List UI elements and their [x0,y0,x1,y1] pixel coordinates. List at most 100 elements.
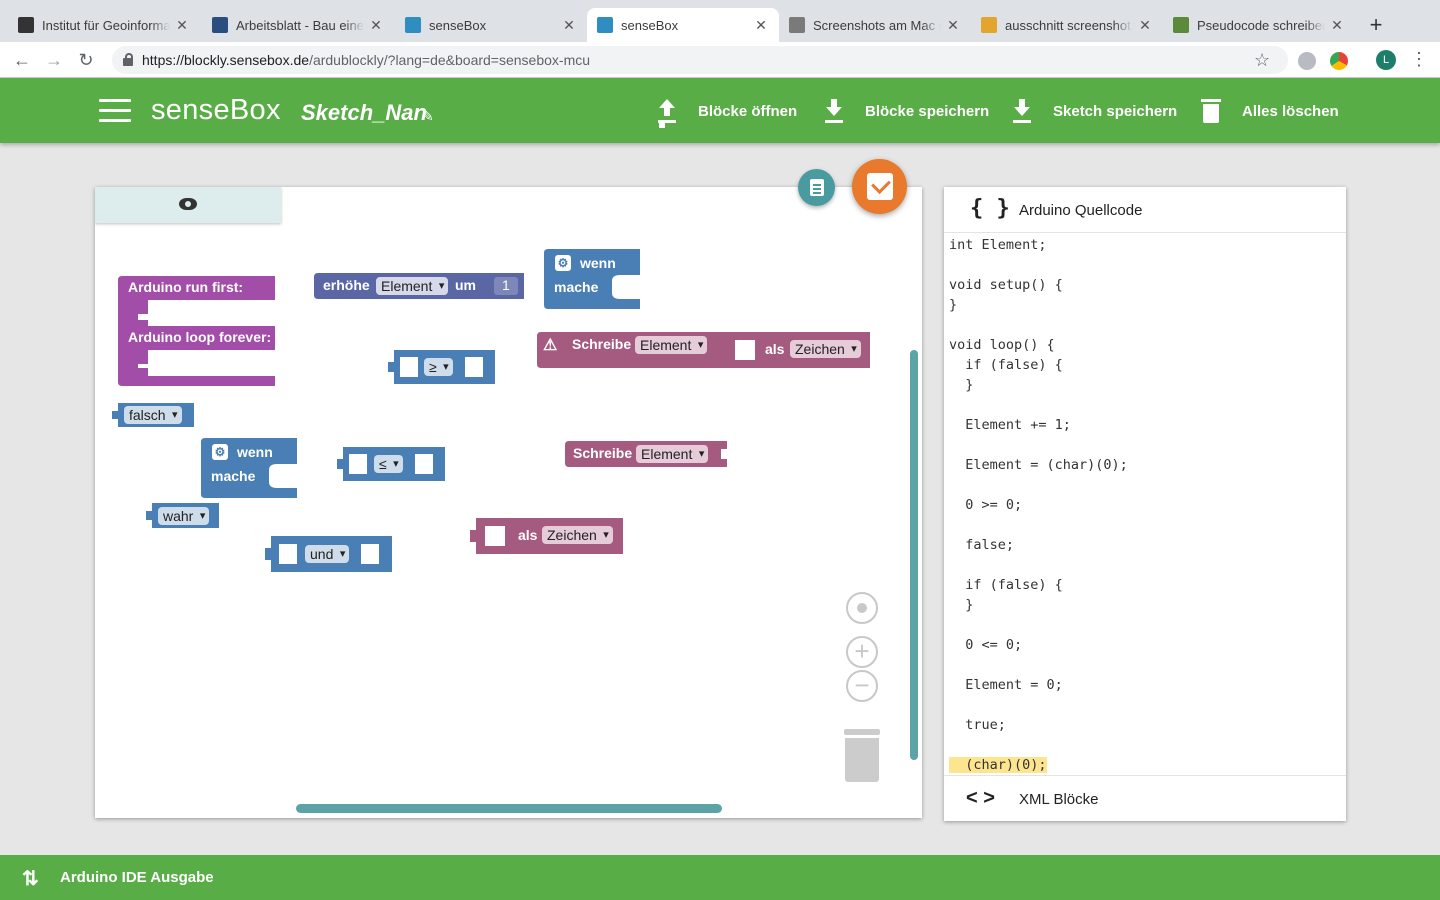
open-blocks-button[interactable]: Blöcke öffnen [656,98,797,124]
cast-block-2[interactable]: als Zeichen [470,518,623,554]
back-icon[interactable]: ← [10,48,34,72]
browser-tab[interactable]: senseBox ✕ [395,8,587,42]
url-field[interactable]: https://blockly.sensebox.de/ardublockly/… [112,46,1288,74]
increment-var-dropdown[interactable]: Element [376,277,449,295]
cast2-label: als [518,527,538,543]
code-line-text: 0 >= 0; [949,497,1023,513]
tab-close-icon[interactable]: ✕ [368,17,384,34]
bookmark-star-icon[interactable]: ☆ [1254,50,1270,71]
cast2-type-dropdown[interactable]: Zeichen [542,526,613,544]
set-variable-block-2[interactable]: Schreibe Element [565,441,727,467]
save-blocks-button[interactable]: Blöcke speichern [823,98,989,124]
logic-and-block[interactable]: und [265,536,392,572]
browser-address-bar: ← → ↻ https://blockly.sensebox.de/ardubl… [0,42,1440,78]
code-line: Element += 1; [949,415,1341,435]
arduino-main-block[interactable]: Arduino run first: Arduino loop forever: [118,276,275,386]
warning-icon[interactable]: ⚠ [543,335,557,355]
clear-all-button[interactable]: Alles löschen [1200,98,1339,124]
cast-block-1[interactable]: als Zeichen [726,332,870,368]
brand-title: senseBox [151,94,281,126]
compile-button[interactable] [852,159,907,214]
browser-tab[interactable]: Pseudocode schreiben ✕ [1163,8,1355,42]
edit-pencil-icon[interactable]: ✎ [422,108,434,125]
save-sketch-button[interactable]: Sketch speichern [1011,98,1177,124]
if-block-1[interactable]: ⚙ wenn mache [544,249,640,309]
blockly-workspace[interactable]: Arduino run first: Arduino loop forever:… [95,187,922,818]
tab-close-icon[interactable]: ✕ [1137,17,1153,34]
set2-var-dropdown[interactable]: Element [636,445,709,463]
browser-tab[interactable]: Institut für Geoinforma ✕ [8,8,200,42]
code-panel-header[interactable]: { } Arduino Quellcode [944,187,1346,233]
code-line: Element = (char)(0); [949,455,1341,475]
tab-close-icon[interactable]: ✕ [561,17,577,34]
increment-block[interactable]: erhöhe Element um 1 [314,273,524,299]
sketch-name[interactable]: Sketch_Nan [301,100,427,126]
logic-and-operator[interactable]: und [305,545,350,563]
arduino-first-label: Arduino run first: [128,279,244,295]
workspace-trash-icon[interactable] [844,729,880,783]
tab-close-icon[interactable]: ✕ [753,17,769,34]
tab-close-icon[interactable]: ✕ [174,17,190,34]
reload-icon[interactable]: ↻ [74,48,98,72]
code-panel: { } Arduino Quellcode int Element; void s… [944,187,1346,821]
new-tab-icon[interactable]: + [1364,12,1388,38]
browser-tab[interactable]: ausschnitt screenshot ✕ [971,8,1163,42]
true-block[interactable]: wahr [146,503,219,528]
browser-tab[interactable]: Arbeitsblatt - Bau eine ✕ [202,8,394,42]
code-line: } [949,375,1341,395]
zoom-out-icon[interactable]: − [846,670,878,702]
menu-icon[interactable] [99,99,131,123]
cast1-label: als [765,341,785,357]
code-line: } [949,595,1341,615]
set1-var-dropdown[interactable]: Element [635,336,708,354]
browser-tab[interactable]: senseBox ✕ [587,8,779,42]
set2-label: Schreibe [573,445,633,461]
if-block-2[interactable]: ⚙ wenn mache [201,438,297,498]
horizontal-scrollbar[interactable] [296,804,722,813]
tab-close-icon[interactable]: ✕ [945,17,961,34]
vertical-scrollbar[interactable] [910,350,918,760]
true-dropdown[interactable]: wahr [158,507,210,525]
browser-tab[interactable]: Screenshots am Mac e ✕ [779,8,971,42]
gear-icon[interactable]: ⚙ [212,444,228,460]
cast1-type-dropdown[interactable]: Zeichen [790,340,861,358]
code-line: void setup() { [949,275,1341,295]
code-line: if (false) { [949,575,1341,595]
code-line-text: } [949,597,974,613]
profile-avatar[interactable]: L [1376,50,1396,70]
compare-ge-operator[interactable]: ≥ [424,358,453,376]
compare-ge-block[interactable]: ≥ [388,350,495,384]
chrome-extension-icon[interactable] [1330,52,1348,70]
zoom-in-icon[interactable]: + [846,636,878,668]
code-line-text: true; [949,717,1006,733]
braces-icon: { } [970,196,1010,221]
recenter-icon[interactable] [846,592,878,624]
browser-menu-icon[interactable]: ⋮ [1410,49,1428,70]
arduino-source-code: int Element; void setup() {} void loop() {… [949,233,1341,773]
set-variable-block-1[interactable]: ⚠ Schreibe Element [537,332,727,368]
code-line-text: if (false) { [949,577,1063,593]
clipboard-button[interactable] [798,169,835,206]
false-dropdown[interactable]: falsch [124,406,182,424]
code-line-text: (char)(0); [949,757,1047,773]
forward-icon[interactable]: → [42,48,66,72]
code-line: int Element; [949,235,1341,255]
code-line-text: void setup() { [949,277,1063,293]
tab-title: ausschnitt screenshot [1005,17,1131,33]
if2-wenn-label: wenn [237,444,273,460]
eye-icon [179,198,197,210]
compare-le-operator[interactable]: ≤ [374,455,403,473]
increment-value-field[interactable]: 1 [502,277,510,293]
tab-close-icon[interactable]: ✕ [1329,17,1345,34]
false-block[interactable]: falsch [112,403,194,427]
toolbox-toggle[interactable] [95,187,281,223]
tab-title: senseBox [429,17,487,33]
gear-icon[interactable]: ⚙ [555,255,571,271]
compare-le-block[interactable]: ≤ [337,447,445,481]
cloud-extension-icon[interactable] [1298,52,1316,70]
xml-blocks-header[interactable]: < > XML Blöcke [944,775,1346,821]
code-line-text: false; [949,537,1015,553]
arduino-ide-output-bar[interactable]: ⇅ Arduino IDE Ausgabe [0,855,1440,900]
